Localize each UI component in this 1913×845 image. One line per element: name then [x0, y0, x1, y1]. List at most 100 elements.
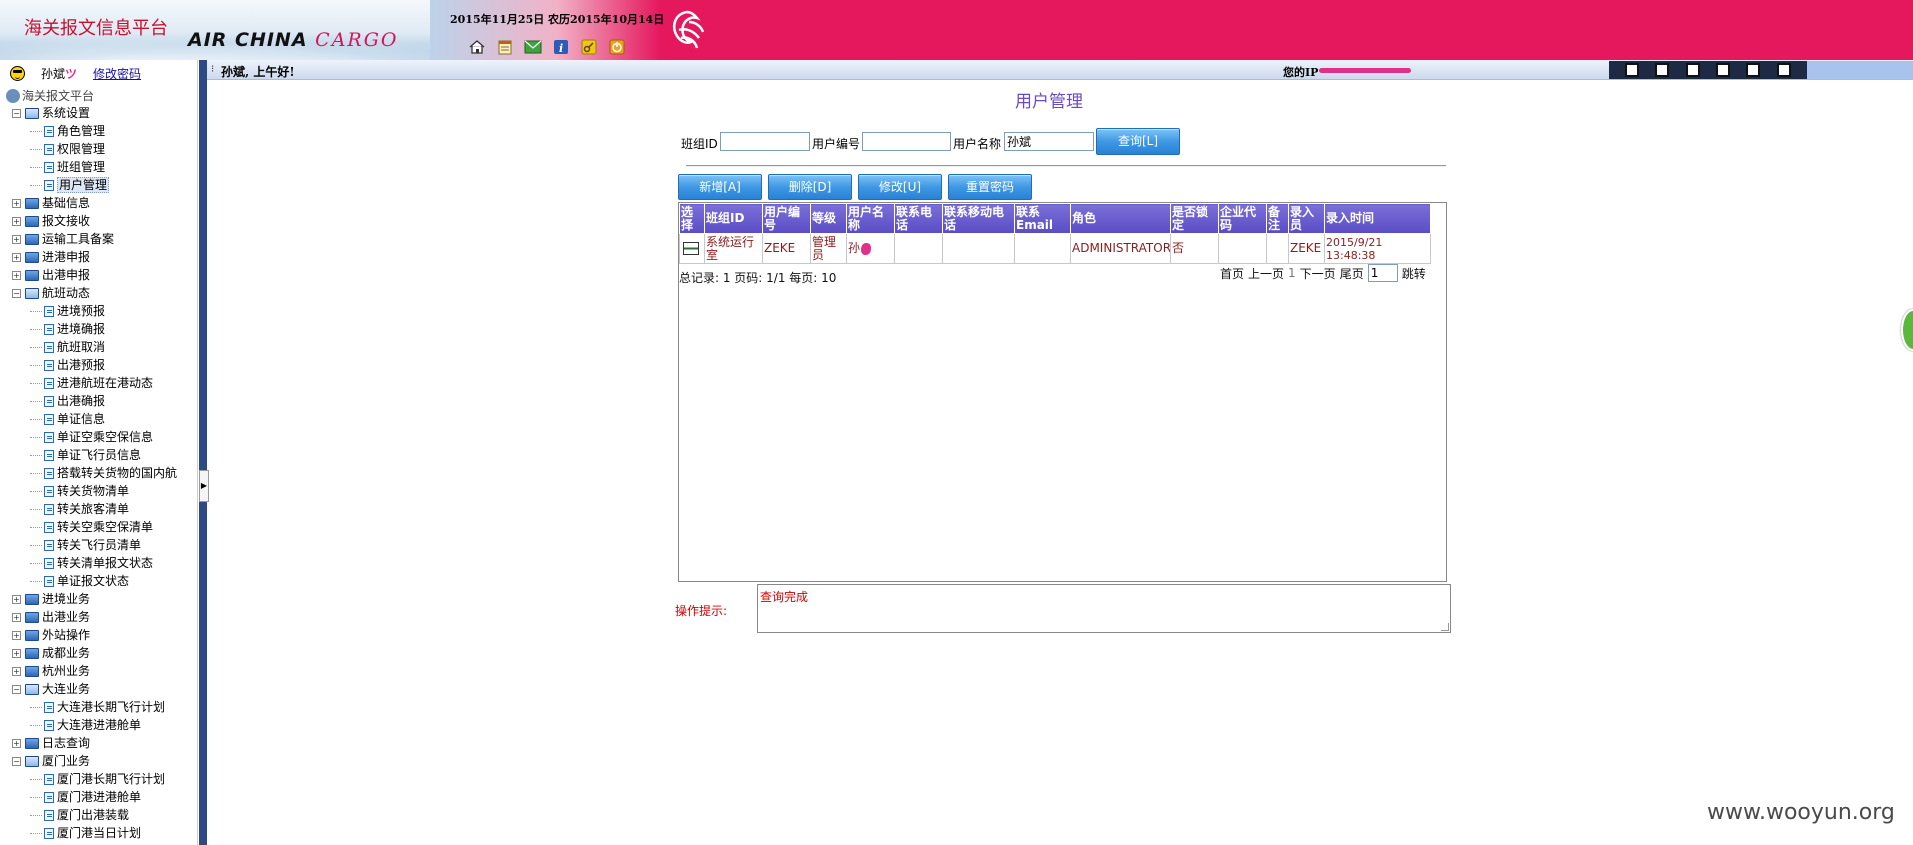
tree-leaf[interactable]: 班组管理 — [6, 158, 197, 176]
tree-leaf[interactable]: 转关清单报文状态 — [6, 554, 197, 572]
tree-node[interactable]: + 进港申报 — [6, 248, 197, 266]
tree-leaf[interactable]: 单证空乘空保信息 — [6, 428, 197, 446]
tree-leaf[interactable]: 航班取消 — [6, 338, 197, 356]
expand-icon[interactable]: + — [12, 198, 21, 208]
column-header[interactable]: 选择 — [679, 203, 705, 234]
column-header[interactable]: 录入员 — [1288, 203, 1325, 234]
column-header[interactable]: 联系移动电话 — [942, 203, 1015, 234]
expand-icon[interactable]: + — [12, 630, 21, 640]
last-page-link[interactable]: 尾页 — [1340, 265, 1364, 282]
user-name-input[interactable] — [1004, 132, 1094, 151]
tree-node[interactable]: + 报文接收 — [6, 212, 197, 230]
expand-icon[interactable]: + — [12, 648, 21, 658]
floating-side-widget[interactable] — [1901, 309, 1913, 351]
tree-leaf[interactable]: 厦门港长期飞行计划 — [6, 770, 197, 788]
calendar-icon[interactable] — [496, 39, 514, 55]
tree-node[interactable]: − 航班动态 — [6, 284, 197, 302]
tree-leaf[interactable]: 进境确报 — [6, 320, 197, 338]
window-button-4[interactable] — [1716, 63, 1731, 77]
select-cell[interactable] — [679, 233, 705, 264]
mail-icon[interactable] — [524, 39, 542, 55]
tree-leaf[interactable]: 转关飞行员清单 — [6, 536, 197, 554]
column-header[interactable]: 录入时间 — [1324, 203, 1431, 234]
tree-leaf[interactable]: 转关空乘空保清单 — [6, 518, 197, 536]
next-page-link[interactable]: 下一页 — [1300, 265, 1336, 282]
window-button-5[interactable] — [1746, 63, 1761, 77]
column-header[interactable]: 是否锁定 — [1170, 203, 1219, 234]
select-row-icon[interactable] — [683, 242, 699, 255]
info-icon[interactable]: i — [552, 39, 570, 55]
tree-node[interactable]: + 基础信息 — [6, 194, 197, 212]
column-header[interactable]: 用户编号 — [762, 203, 811, 234]
tree-leaf[interactable]: 出港预报 — [6, 356, 197, 374]
collapse-icon[interactable]: − — [12, 684, 21, 694]
tree-leaf[interactable]: 转关旅客清单 — [6, 500, 197, 518]
column-header[interactable]: 备注 — [1266, 203, 1289, 234]
prev-page-link[interactable]: 上一页 — [1248, 265, 1284, 282]
window-button-6[interactable] — [1776, 63, 1791, 77]
expand-icon[interactable]: + — [12, 252, 21, 262]
window-button-2[interactable] — [1655, 63, 1670, 77]
user-no-input[interactable] — [862, 132, 951, 151]
add-button[interactable]: 新增[A] — [678, 174, 762, 200]
column-header[interactable]: 企业代码 — [1218, 203, 1267, 234]
tree-leaf[interactable]: 进港航班在港动态 — [6, 374, 197, 392]
tree-leaf[interactable]: 单证报文状态 — [6, 572, 197, 590]
tree-node[interactable]: + 成都业务 — [6, 644, 197, 662]
tree-leaf[interactable]: 厦门港进港舱单 — [6, 788, 197, 806]
page-number-input[interactable] — [1367, 264, 1398, 282]
table-row[interactable]: 系统运行室 ZEKE 管理员孙 ADMINISTRATOR 否 ZEKE 2015/9/21… — [679, 233, 1431, 264]
expand-icon[interactable]: + — [12, 234, 21, 244]
column-header[interactable]: 角色 — [1070, 203, 1171, 234]
sidebar-splitter[interactable] — [199, 60, 207, 845]
tree-leaf[interactable]: 转关货物清单 — [6, 482, 197, 500]
tree-node[interactable]: + 外站操作 — [6, 626, 197, 644]
column-header[interactable]: 班组ID — [704, 203, 763, 234]
tree-leaf[interactable]: 角色管理 — [6, 122, 197, 140]
tree-leaf[interactable]: 大连港进港舱单 — [6, 716, 197, 734]
tree-leaf[interactable]: 搭载转关货物的国内航 — [6, 464, 197, 482]
resize-grip-icon[interactable] — [1441, 623, 1449, 631]
tree-root[interactable]: 海关报文平台 — [6, 88, 197, 104]
window-button-3[interactable] — [1685, 63, 1700, 77]
collapse-icon[interactable]: − — [12, 756, 21, 766]
tree-leaf[interactable]: 厦门港当日计划 — [6, 824, 197, 842]
tree-node[interactable]: + 日志查询 — [6, 734, 197, 752]
tree-node[interactable]: + 出港申报 — [6, 266, 197, 284]
expand-icon[interactable]: + — [12, 738, 21, 748]
tree-leaf[interactable]: 单证飞行员信息 — [6, 446, 197, 464]
first-page-link[interactable]: 首页 — [1220, 265, 1244, 282]
collapse-icon[interactable]: − — [12, 288, 21, 298]
tree-node[interactable]: + 杭州业务 — [6, 662, 197, 680]
tree-leaf[interactable]: 进境预报 — [6, 302, 197, 320]
column-header[interactable]: 联系电话 — [894, 203, 943, 234]
query-button[interactable]: 查询[L] — [1096, 128, 1180, 155]
tree-leaf[interactable]: 大连港长期飞行计划 — [6, 698, 197, 716]
collapse-sidebar-button[interactable]: ▶ — [199, 470, 209, 502]
tree-node[interactable]: − 厦门业务 — [6, 752, 197, 770]
expand-icon[interactable]: + — [12, 270, 21, 280]
group-id-input[interactable] — [720, 132, 810, 151]
tree-node[interactable]: − 大连业务 — [6, 680, 197, 698]
expand-icon[interactable]: + — [12, 612, 21, 622]
tree-leaf[interactable]: 出港确报 — [6, 392, 197, 410]
jump-button[interactable]: 跳转 — [1402, 265, 1426, 282]
tree-node[interactable]: − 系统设置 — [6, 104, 197, 122]
column-header[interactable]: 联系Email — [1014, 203, 1071, 234]
hint-textarea[interactable]: 查询完成 — [757, 584, 1451, 633]
expand-icon[interactable]: + — [12, 594, 21, 604]
reset-password-button[interactable]: 重置密码 — [948, 174, 1032, 200]
tree-leaf[interactable]: 厦门出港装载 — [6, 806, 197, 824]
tree-node[interactable]: + 进境业务 — [6, 590, 197, 608]
column-header[interactable]: 等级 — [810, 203, 847, 234]
change-password-link[interactable]: 修改密码 — [93, 65, 141, 82]
tree-leaf[interactable]: 权限管理 — [6, 140, 197, 158]
tree-leaf[interactable]: 用户管理 — [6, 176, 197, 194]
key-icon[interactable] — [580, 39, 598, 55]
delete-button[interactable]: 删除[D] — [768, 174, 852, 200]
expand-icon[interactable]: + — [12, 216, 21, 226]
tree-node[interactable]: + 出港业务 — [6, 608, 197, 626]
tree-leaf[interactable]: 单证信息 — [6, 410, 197, 428]
collapse-icon[interactable]: − — [12, 108, 21, 118]
expand-icon[interactable]: + — [12, 666, 21, 676]
